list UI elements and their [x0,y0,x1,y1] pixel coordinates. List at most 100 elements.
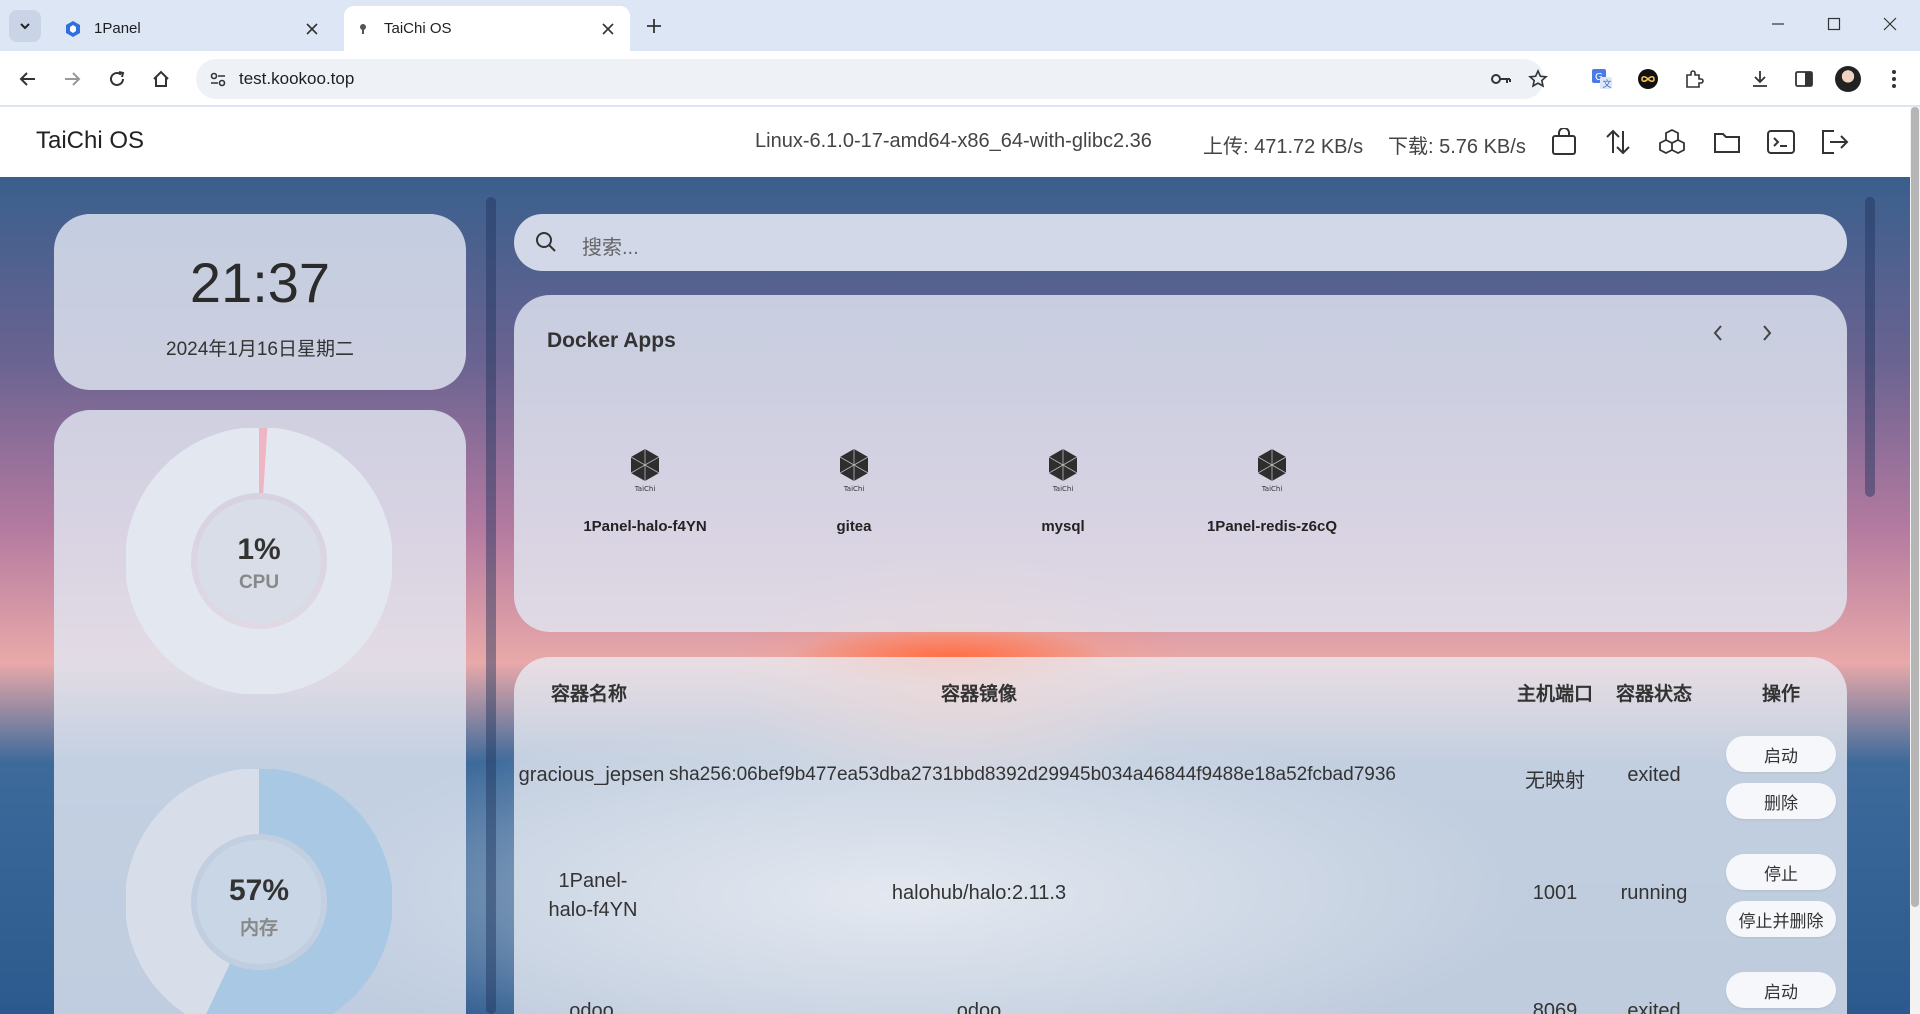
app-header: TaiChi OS Linux-6.1.0-17-amd64-x86_64-wi… [0,107,1910,177]
files-button[interactable] [1710,125,1744,159]
resource-gauges-widget: 1% CPU 57% 内存 [54,410,466,1014]
site-info-button[interactable] [204,65,232,93]
taichi-logo-icon: TaiChi [630,449,660,493]
infinity-extension-button[interactable] [1633,64,1663,94]
app-title: TaiChi OS [36,127,145,154]
new-tab-button[interactable] [640,12,668,40]
reload-icon [110,71,125,86]
container-status: exited [1627,1000,1681,1014]
svg-text:TaiChi: TaiChi [634,485,656,493]
plus-icon [647,19,661,33]
logout-button[interactable] [1818,125,1852,159]
star-icon [1528,69,1548,88]
taichi-logo-icon: TaiChi [1257,449,1287,493]
password-key-button[interactable] [1487,65,1515,93]
kebab-menu-icon [1892,70,1896,88]
docker-app-gitea[interactable]: TaiChi gitea [759,445,949,535]
arrow-right-icon [65,72,81,86]
docker-app-name: 1Panel-halo-f4YN [583,518,707,535]
taichi-logo-icon: TaiChi [1048,449,1078,493]
home-button[interactable] [145,63,177,95]
container-port: 8069 [1532,1000,1578,1014]
left-column-scrollbar[interactable] [486,197,496,1014]
infinity-icon [1638,69,1658,89]
containers-button[interactable] [1655,125,1689,159]
app-store-button[interactable] [1547,125,1581,159]
docker-app-name: 1Panel-redis-z6cQ [1206,518,1338,535]
close-tab-icon[interactable] [300,17,324,41]
downloads-button[interactable] [1745,64,1775,94]
clock-widget: 21:37 2024年1月16日星期二 [54,214,466,390]
bookmark-button[interactable] [1524,65,1552,93]
docker-app-1panel-redis[interactable]: TaiChi 1Panel-redis-z6cQ [1177,445,1367,535]
container-image: odoo [956,1000,1002,1014]
docker-app-name: mysql [1041,518,1085,535]
key-icon [1491,74,1511,84]
desktop-area: 21:37 2024年1月16日星期二 1% CPU 57% 内存 搜索... [0,177,1910,1014]
home-icon [153,70,169,87]
maximize-icon [1827,17,1841,31]
taichi-favicon-icon [354,20,372,38]
close-tab-icon[interactable] [596,17,620,41]
docker-app-1panel-halo[interactable]: TaiChi 1Panel-halo-f4YN [550,445,740,535]
docker-app-mysql[interactable]: TaiChi mysql [968,445,1158,535]
memory-gauge: 57% 内存 [125,768,393,1014]
1panel-favicon-icon [64,20,82,38]
containers-table: 容器名称 容器镜像 主机端口 容器状态 操作 gracious_jepsen s… [514,657,1847,1014]
minimize-button[interactable] [1760,8,1796,40]
close-window-button[interactable] [1872,8,1908,40]
page-scrollbar[interactable] [1910,107,1920,1014]
column-header-actions: 操作 [1761,684,1800,705]
reload-button[interactable] [101,63,133,95]
svg-text:文: 文 [1603,78,1612,90]
carousel-next-button[interactable] [1753,319,1781,347]
container-port: 1001 [1532,882,1578,904]
tab-search-button[interactable] [9,10,41,42]
svg-text:TaiChi: TaiChi [1052,485,1074,493]
container-port: 无映射 [1525,770,1585,792]
tab-1panel[interactable]: 1Panel [54,6,334,51]
transfer-button[interactable] [1601,125,1635,159]
container-image: sha256:06bef9b477ea53dba2731bbd8392d2994… [669,764,1396,785]
stop-button[interactable]: 停止 [1726,854,1836,890]
carousel-prev-button[interactable] [1704,319,1732,347]
profile-avatar[interactable] [1835,66,1861,92]
back-button[interactable] [12,63,44,95]
right-column-scrollbar[interactable] [1865,197,1875,497]
container-name: 1Panel-halo-f4YN [548,870,638,921]
maximize-button[interactable] [1816,8,1852,40]
cpu-gauge: 1% CPU [125,427,393,695]
page-scrollbar-thumb[interactable] [1911,107,1919,907]
memory-label: 内存 [239,918,278,939]
translate-extension-button[interactable]: G文 [1587,64,1617,94]
container-name: odoo [569,1000,614,1014]
start-button[interactable]: 启动 [1726,972,1836,1008]
tab-title: TaiChi OS [384,20,452,37]
puzzle-icon [1686,70,1704,88]
forward-button[interactable] [56,63,88,95]
column-header-status: 容器状态 [1615,684,1692,705]
browser-menu-button[interactable] [1879,64,1909,94]
memory-percent: 57% [228,874,290,907]
stop-and-delete-button[interactable]: 停止并删除 [1726,901,1836,937]
docker-app-name: gitea [836,518,872,535]
start-button[interactable]: 启动 [1726,736,1836,772]
column-header-image: 容器镜像 [940,684,1017,705]
system-info: Linux-6.1.0-17-amd64-x86_64-with-glibc2.… [755,130,1152,152]
docker-apps-title: Docker Apps [547,329,676,352]
browser-toolbar: test.kookoo.top G文 [0,51,1920,106]
side-panel-icon [1795,71,1813,87]
url-text: test.kookoo.top [239,69,355,88]
clock-time: 21:37 [189,251,331,314]
folder-icon [1714,133,1740,153]
delete-button[interactable]: 删除 [1726,783,1836,819]
address-bar[interactable]: test.kookoo.top [196,59,1548,99]
search-input[interactable]: 搜索... [514,214,1847,271]
side-panel-button[interactable] [1789,64,1819,94]
tab-taichi-os[interactable]: TaiChi OS [344,6,630,51]
logout-icon [1822,130,1849,154]
extensions-button[interactable] [1679,64,1709,94]
terminal-button[interactable] [1764,125,1798,159]
arrow-left-icon [19,72,35,86]
download-icon [1753,71,1767,87]
